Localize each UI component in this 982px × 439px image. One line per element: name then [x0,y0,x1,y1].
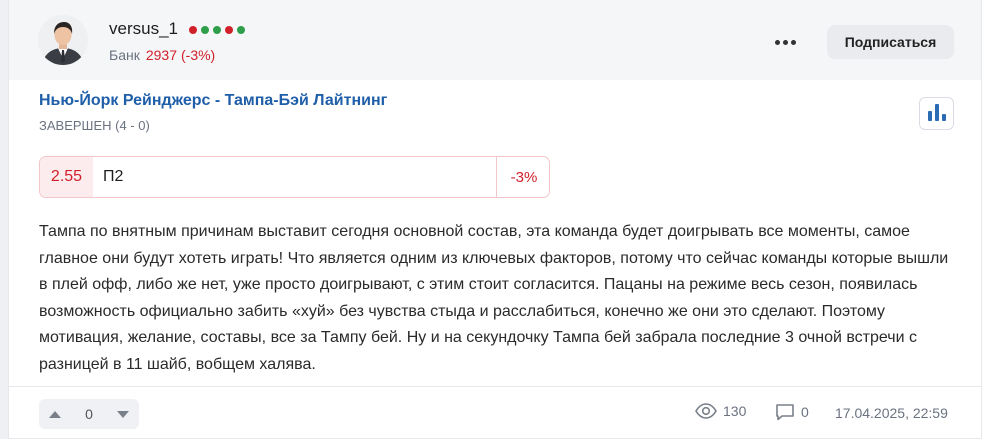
more-dot [782,39,788,45]
bar-chart-icon-bar [941,114,946,121]
more-dot [790,39,796,45]
stats-button[interactable] [919,97,954,130]
arrow-down-icon [117,410,129,418]
bet-box: 2.55 П2 -3% [39,156,550,198]
bet-pick: П2 [103,168,124,185]
bank-info: Банк 2937 (-3%) [109,47,215,63]
eye-icon [695,403,717,419]
bank-label: Банк [109,47,140,63]
form-dot [189,26,197,34]
views-count: 130 [723,403,747,419]
form-dot [237,26,245,34]
username[interactable]: versus_1 [109,19,178,39]
form-dot [201,26,209,34]
comments-count: 0 [801,404,809,420]
post-header: versus_1 Банк 2937 (-3%) Подписаться [9,0,981,80]
form-indicator [189,26,245,34]
subscribe-button[interactable]: Подписаться [827,25,954,59]
comments-button[interactable]: 0 [775,403,809,421]
footer-divider [9,386,981,387]
post-card: versus_1 Банк 2937 (-3%) Подписаться Нью-Й… [8,0,982,439]
post-timestamp: 17.04.2025, 22:59 [835,405,948,421]
form-dot [225,26,233,34]
bank-change: (-3%) [181,47,216,63]
arrow-up-icon [49,410,61,418]
more-options-button[interactable] [769,30,801,54]
person-avatar-icon [38,15,88,65]
upvote-button[interactable] [39,399,71,429]
bet-odds: 2.55 [40,157,93,197]
bar-chart-icon [927,111,932,121]
match-status: ЗАВЕРШЕН (4 - 0) [39,118,150,133]
vote-count: 0 [71,399,107,429]
match-title-link[interactable]: Нью-Йорк Рейнджерс - Тампа-Бэй Лайтнинг [39,92,387,110]
bank-value: 2937 [145,47,177,63]
downvote-button[interactable] [107,399,139,429]
bet-result: -3% [510,168,538,186]
views-counter: 130 [695,403,746,419]
bar-chart-icon-bar [934,104,939,121]
vote-control: 0 [39,399,139,429]
more-dots-icon [774,39,780,45]
post-text: Тампа по внятным причинам выставит сегод… [39,223,949,373]
comment-icon [776,404,794,421]
avatar[interactable] [38,15,88,65]
form-dot [213,26,221,34]
